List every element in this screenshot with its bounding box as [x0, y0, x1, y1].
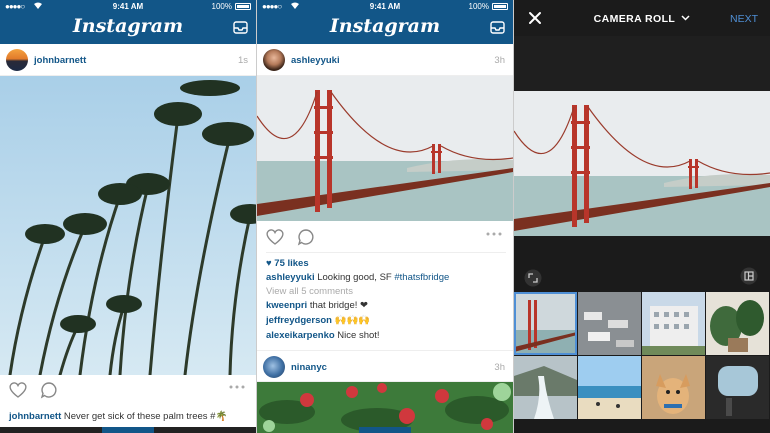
- caption-username[interactable]: johnbarnett: [9, 411, 61, 422]
- post-time: 3h: [494, 55, 505, 66]
- caption-hashtag[interactable]: #thatsfbridge: [394, 272, 449, 283]
- comment-row: kweenpri that bridge! ❤: [266, 300, 368, 311]
- comment-row: jeffreydgerson 🙌🙌🙌: [266, 315, 370, 326]
- caption-emoji: 🌴: [215, 411, 228, 422]
- thumbnail[interactable]: [642, 292, 705, 355]
- comment-username[interactable]: alexeikarpenko: [266, 330, 335, 341]
- tab-home-active[interactable]: [359, 427, 411, 433]
- comment-icon[interactable]: [297, 228, 315, 246]
- battery-percent: 100%: [211, 2, 232, 11]
- post-username[interactable]: ninanyc: [291, 362, 327, 373]
- comment-icon[interactable]: [40, 381, 58, 399]
- avatar[interactable]: [263, 49, 285, 71]
- thumbnail[interactable]: [514, 356, 577, 419]
- app-logo: Instagram: [72, 15, 184, 37]
- avatar[interactable]: [263, 356, 285, 378]
- app-header: ●●●●○ 9:41 AM 100% Instagram: [257, 0, 513, 44]
- heart-small-icon: ♥: [266, 258, 272, 269]
- comment-row: alexeikarpenko Nice shot!: [266, 330, 380, 341]
- post-actions: [0, 375, 256, 405]
- heart-icon[interactable]: [8, 381, 28, 399]
- caption-text: Never get sick of these palm trees #: [63, 411, 216, 422]
- post-header: johnbarnett 1s: [0, 44, 256, 76]
- post-actions: [257, 222, 513, 252]
- camera-roll-header: CAMERA ROLL NEXT: [514, 0, 770, 36]
- comment-text: 🙌🙌🙌: [334, 315, 371, 326]
- post-photo-golden-gate[interactable]: [257, 76, 513, 221]
- thumbnail[interactable]: [578, 292, 641, 355]
- comment-username[interactable]: kweenpri: [266, 300, 307, 311]
- heart-icon[interactable]: [265, 228, 285, 246]
- post-caption: ashleyyuki Looking good, SF #thatsfbridg…: [266, 272, 449, 283]
- inbox-icon[interactable]: [490, 21, 505, 34]
- post-caption: johnbarnett Never get sick of these palm…: [9, 411, 227, 422]
- camera-roll-screen: CAMERA ROLL NEXT: [514, 0, 770, 433]
- avatar[interactable]: [6, 49, 28, 71]
- post-header: ninanyc 3h: [257, 350, 513, 382]
- post-photo-flowers[interactable]: [257, 382, 513, 433]
- feed-screen-1: ●●●●○ 9:41 AM 100% Instagram johnbarnett…: [0, 0, 256, 433]
- actions-divider: [266, 252, 506, 253]
- preview-toolbar: [514, 236, 770, 292]
- status-bar: ●●●●○ 9:41 AM 100%: [0, 0, 256, 14]
- camera-roll-title: CAMERA ROLL: [593, 13, 676, 25]
- more-icon[interactable]: [485, 231, 503, 237]
- thumbnail-selected[interactable]: [514, 292, 577, 355]
- thumbnail[interactable]: [706, 356, 769, 419]
- battery-percent: 100%: [468, 2, 489, 11]
- comment-username[interactable]: jeffreydgerson: [266, 315, 332, 326]
- post-username[interactable]: johnbarnett: [34, 55, 86, 66]
- layout-icon[interactable]: [740, 267, 758, 285]
- more-icon[interactable]: [228, 384, 246, 390]
- next-button[interactable]: NEXT: [730, 13, 758, 25]
- post-username[interactable]: ashleyyuki: [291, 55, 340, 66]
- comment-text: Nice shot!: [337, 330, 380, 341]
- view-all-comments-link[interactable]: View all 5 comments: [266, 286, 353, 297]
- app-logo: Instagram: [329, 15, 441, 37]
- post-header: ashleyyuki 3h: [257, 44, 513, 76]
- preview-top-margin: [514, 36, 770, 91]
- post-photo-palm-trees[interactable]: [0, 76, 256, 375]
- tab-home-active[interactable]: [102, 427, 154, 433]
- expand-icon[interactable]: [524, 269, 542, 287]
- thumbnail[interactable]: [642, 356, 705, 419]
- post-time: 3h: [494, 362, 505, 373]
- status-bar: ●●●●○ 9:41 AM 100%: [257, 0, 513, 14]
- photo-grid: [514, 292, 770, 433]
- battery-icon: [235, 3, 251, 10]
- app-header: ●●●●○ 9:41 AM 100% Instagram: [0, 0, 256, 44]
- thumbnail[interactable]: [706, 292, 769, 355]
- comment-text: that bridge! ❤: [309, 300, 368, 311]
- post-time: 1s: [237, 55, 248, 66]
- caption-text: Looking good, SF: [317, 272, 392, 283]
- likes-count[interactable]: ♥ 75 likes: [266, 258, 309, 269]
- inbox-icon[interactable]: [233, 21, 248, 34]
- battery-icon: [492, 3, 508, 10]
- feed-screen-2: ●●●●○ 9:41 AM 100% Instagram ashleyyuki …: [257, 0, 513, 433]
- caption-username[interactable]: ashleyyuki: [266, 272, 315, 283]
- chevron-down-icon: [681, 15, 690, 21]
- preview-photo[interactable]: [514, 91, 770, 236]
- thumbnail[interactable]: [578, 356, 641, 419]
